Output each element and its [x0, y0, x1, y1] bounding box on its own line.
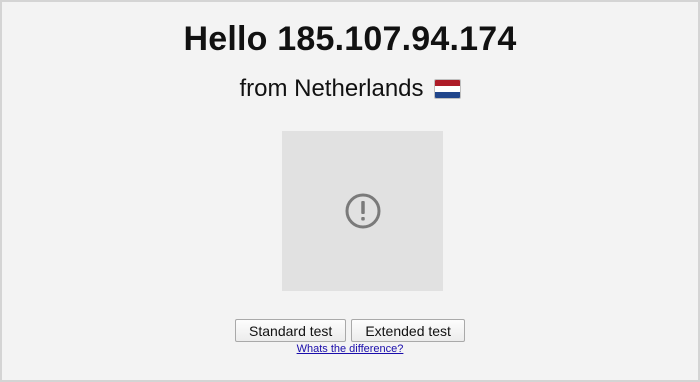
greeting-heading: Hello 185.107.94.174 — [183, 20, 517, 58]
test-buttons: Standard test Extended test — [2, 319, 698, 342]
netherlands-flag-icon — [433, 79, 461, 99]
standard-test-button[interactable]: Standard test — [235, 319, 347, 342]
whats-the-difference-link[interactable]: Whats the difference? — [297, 343, 404, 355]
location-line: from Netherlands — [2, 75, 698, 103]
page-frame: Hello 185.107.94.174 from Netherlands St… — [0, 0, 700, 382]
alert-circle-icon — [345, 193, 380, 229]
broken-image-placeholder — [282, 131, 443, 291]
location-text: from Netherlands — [239, 75, 424, 102]
extended-test-button[interactable]: Extended test — [351, 319, 465, 342]
difference-link-container: Whats the difference? — [2, 343, 698, 355]
